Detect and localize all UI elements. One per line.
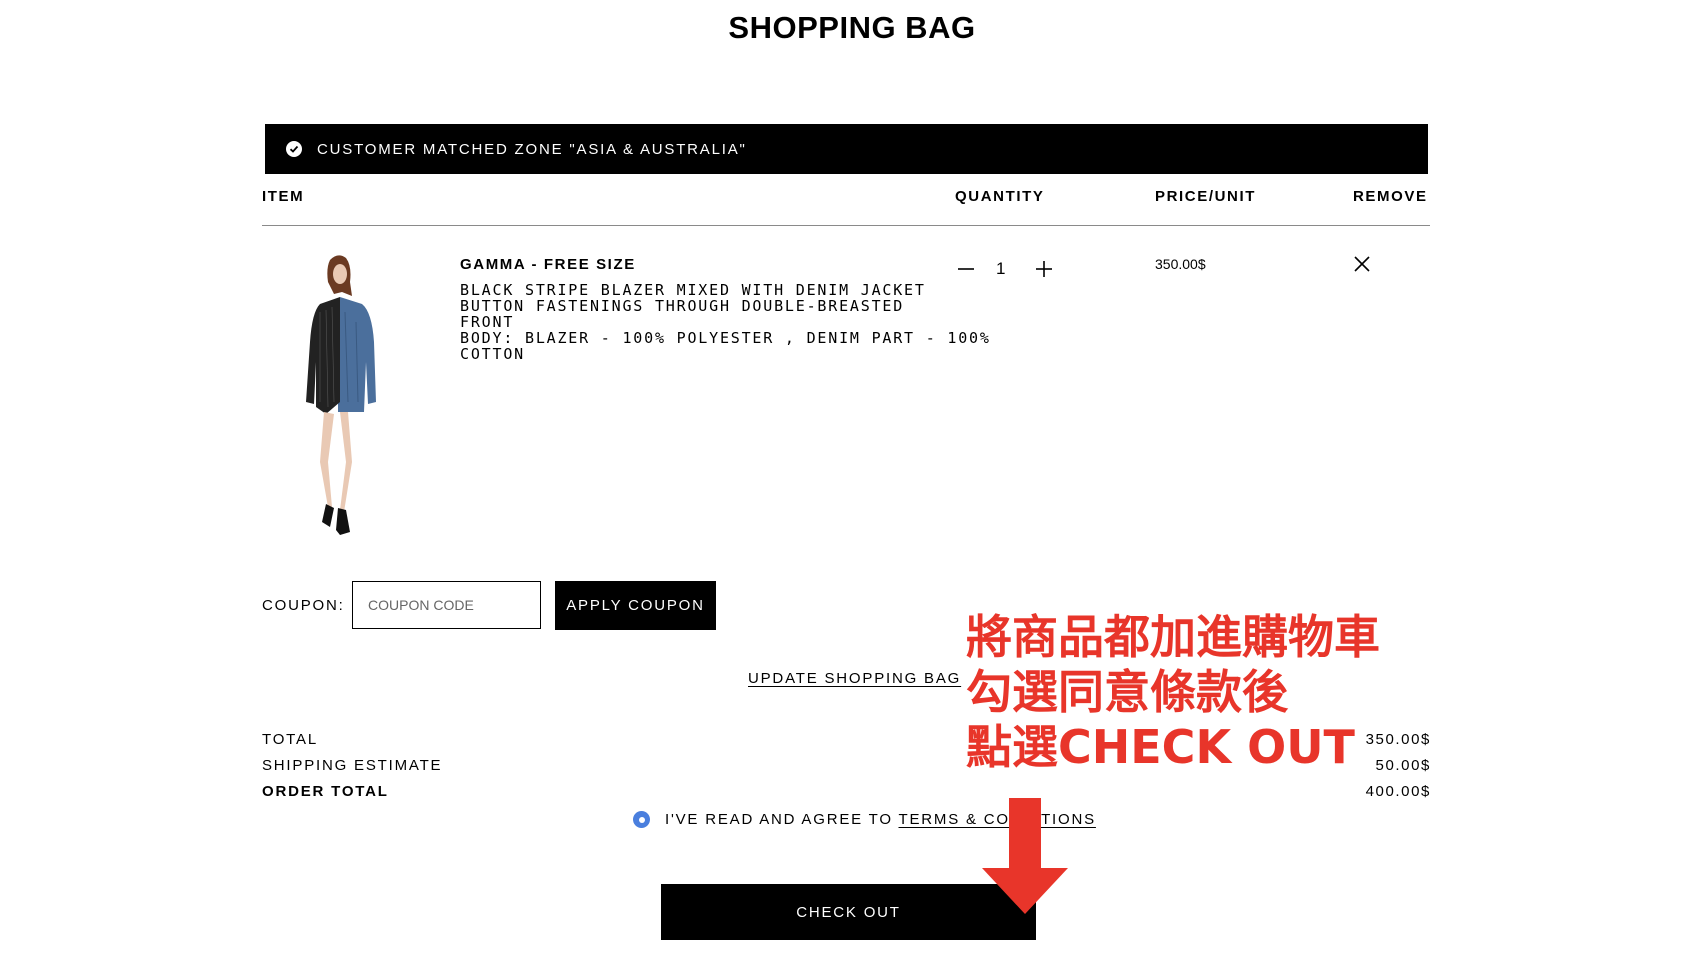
quantity-decrease-button[interactable] [955, 258, 977, 280]
product-description-line: FRONT [460, 313, 515, 331]
column-header-remove: REMOVE [1353, 188, 1428, 205]
product-description-line: COTTON [460, 345, 525, 363]
arrow-down-icon [982, 798, 1068, 914]
instruction-annotation: 將商品都加進購物車 勾選同意條款後 點選CHECK OUT [966, 610, 1380, 775]
zone-banner: CUSTOMER MATCHED ZONE "ASIA & AUSTRALIA" [265, 124, 1428, 174]
agree-terms-label: I'VE READ AND AGREE TO [665, 811, 899, 828]
checkout-button[interactable]: CHECK OUT [661, 884, 1036, 940]
product-image[interactable] [290, 252, 400, 547]
product-description: BLACK STRIPE BLAZER MIXED WITH DENIM JAC… [460, 281, 991, 363]
product-name[interactable]: GAMMA - FREE SIZE [460, 256, 636, 273]
coupon-code-input[interactable] [352, 581, 541, 629]
total-label: TOTAL [262, 731, 318, 748]
remove-item-icon[interactable] [1353, 255, 1371, 273]
agree-terms-radio[interactable] [633, 811, 650, 828]
shipping-estimate-label: SHIPPING ESTIMATE [262, 757, 443, 774]
coupon-label: COUPON: [262, 597, 345, 614]
quantity-value[interactable]: 1 [996, 259, 1005, 279]
zone-banner-text: CUSTOMER MATCHED ZONE "ASIA & AUSTRALIA" [317, 140, 747, 158]
product-description-line: BLACK STRIPE BLAZER MIXED WITH DENIM JAC… [460, 281, 926, 299]
shipping-estimate-value: 50.00$ [1375, 757, 1431, 774]
annotation-line: 將商品都加進購物車 [966, 610, 1380, 664]
page-title: SHOPPING BAG [728, 10, 976, 45]
unit-price: 350.00$ [1155, 256, 1206, 272]
column-header-quantity: QUANTITY [955, 188, 1045, 205]
update-shopping-bag-link[interactable]: UPDATE SHOPPING BAG [748, 670, 961, 687]
order-total-label: ORDER TOTAL [262, 783, 389, 800]
column-header-price: PRICE/UNIT [1155, 188, 1257, 205]
annotation-line: 點選CHECK OUT [966, 720, 1355, 774]
shopping-bag-page: SHOPPING BAG CUSTOMER MATCHED ZONE "ASIA… [0, 0, 1704, 956]
column-header-item: ITEM [262, 188, 305, 205]
order-total-value: 400.00$ [1365, 783, 1431, 800]
table-divider [262, 225, 1430, 226]
quantity-increase-button[interactable] [1033, 258, 1055, 280]
check-circle-icon [286, 141, 302, 157]
annotation-line: 勾選同意條款後 [966, 665, 1288, 719]
product-description-line: BODY: BLAZER - 100% POLYESTER , DENIM PA… [460, 329, 991, 347]
apply-coupon-button[interactable]: APPLY COUPON [555, 581, 716, 630]
product-description-line: BUTTON FASTENINGS THROUGH DOUBLE-BREASTE… [460, 297, 905, 315]
